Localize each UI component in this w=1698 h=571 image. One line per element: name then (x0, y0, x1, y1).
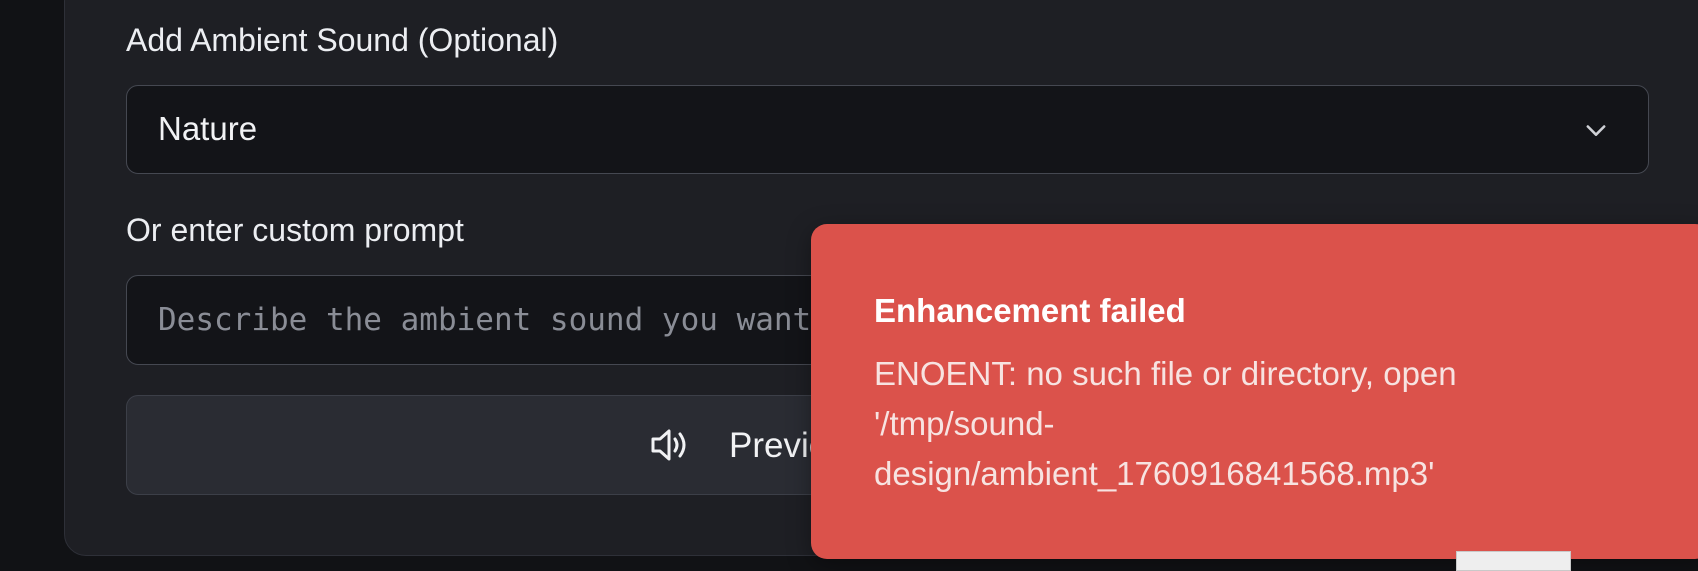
toast-title: Enhancement failed (874, 292, 1186, 329)
ambient-sound-select[interactable]: Nature (126, 85, 1649, 174)
custom-prompt-label: Or enter custom prompt (126, 212, 464, 248)
toast-close-button[interactable] (1456, 551, 1571, 571)
error-toast[interactable]: Enhancement failed ENOENT: no such file … (811, 224, 1698, 571)
chevron-down-icon (1586, 125, 1606, 136)
ambient-sound-label: Add Ambient Sound (Optional) (126, 22, 559, 58)
speaker-icon (651, 429, 686, 461)
ambient-sound-selected-value: Nature (158, 110, 258, 147)
toast-message: ENOENT: no such file or directory, open … (874, 355, 1457, 492)
